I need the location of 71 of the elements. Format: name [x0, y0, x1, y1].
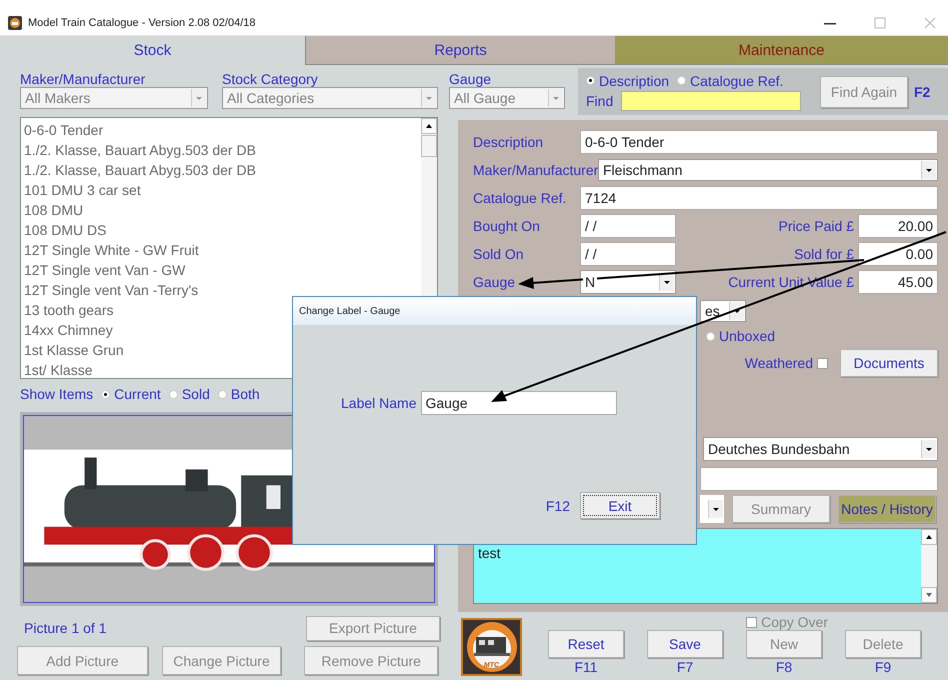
field-label: Sold On [473, 246, 525, 262]
show-items-label: Show Items [20, 386, 94, 402]
list-item[interactable]: 12T Single vent Van - GW [24, 260, 418, 280]
price-field[interactable]: 45.00 [858, 270, 938, 294]
radio-button[interactable]: Unboxed [706, 328, 776, 344]
text-field[interactable] [700, 467, 938, 491]
shortcut-label: F7 [676, 659, 694, 675]
tab[interactable]: Maintenance [615, 36, 948, 65]
radio-button[interactable]: Sold [168, 386, 210, 402]
app-icon [8, 16, 22, 30]
list-item[interactable]: 12T Single White - GW Fruit [24, 240, 418, 260]
list-item[interactable]: 1./2. Klasse, Bauart Abyg.503 der DB [24, 160, 418, 180]
radio-button[interactable]: Current [101, 386, 161, 402]
shortcut-label: F12 [546, 498, 570, 514]
field-label: Label Name [341, 395, 416, 411]
filter-label: Maker/Manufacturer [20, 71, 146, 87]
radio-button[interactable]: Catalogue Ref. [677, 72, 784, 88]
dropdown-field[interactable]: Deutches Bundesbahn [703, 437, 938, 461]
date-field[interactable]: / / [580, 242, 676, 266]
find-field[interactable] [621, 90, 802, 110]
notes-text: test [477, 544, 502, 561]
text-field[interactable]: 7124 [580, 186, 938, 210]
field-label: Maker/Manufacturer [473, 162, 598, 178]
list-item[interactable]: 108 DMU DS [24, 220, 418, 240]
window-title: Model Train Catalogue - Version 2.08 02/04/18 [28, 16, 256, 28]
find-again-button[interactable]: Find Again [820, 76, 908, 108]
filter-dropdown[interactable]: All Makers [20, 87, 208, 109]
field-label: Catalogue Ref. [473, 190, 568, 206]
list-item[interactable]: 101 DMU 3 car set [24, 180, 418, 200]
weathered-label: Weathered [744, 355, 813, 371]
dialog-title: Change Label - Gauge [299, 306, 400, 316]
close-icon[interactable] [924, 16, 936, 28]
shortcut-label: F11 [574, 659, 598, 675]
shortcut-label: F9 [874, 659, 892, 675]
shortcut-label: F2 [914, 84, 930, 100]
text-field[interactable]: 0-6-0 Tender [580, 130, 938, 154]
action-button[interactable]: Save [647, 630, 723, 658]
tab[interactable]: Reports [305, 36, 615, 65]
list-item[interactable]: 0-6-0 Tender [24, 120, 418, 140]
radio-button[interactable]: Description [586, 72, 670, 88]
price-field[interactable]: 20.00 [858, 214, 938, 238]
radio-button[interactable]: Both [218, 386, 260, 402]
picture-caption: Picture 1 of 1 [23, 620, 106, 636]
date-field[interactable]: / / [580, 214, 676, 238]
list-item[interactable]: 108 DMU [24, 200, 418, 220]
price-label: Sold for £ [794, 246, 854, 262]
exit-button[interactable]: Exit [580, 492, 660, 519]
action-button[interactable]: Reset [548, 630, 624, 658]
price-label: Price Paid £ [778, 218, 854, 234]
label-name-field[interactable]: Gauge [420, 391, 616, 415]
list-item[interactable]: 1./2. Klasse, Bauart Abyg.503 der DB [24, 140, 418, 160]
scrollbar[interactable] [921, 529, 937, 603]
checkbox[interactable] [817, 358, 828, 368]
field-label: Description [473, 134, 544, 150]
documents-button[interactable]: Documents [840, 349, 938, 377]
filter-label: Stock Category [222, 71, 319, 87]
filter-dropdown[interactable]: All Categories [222, 87, 438, 109]
list-item[interactable]: 12T Single vent Van -Terry's [24, 280, 418, 300]
find-label: Find [586, 92, 614, 108]
dropdown-field[interactable] [700, 495, 724, 523]
filter-label: Gauge [449, 71, 492, 87]
notes-history-button[interactable]: Notes / History [838, 495, 936, 523]
field-label: Gauge [473, 274, 516, 290]
dropdown-field[interactable]: Fleischmann [598, 159, 938, 181]
shortcut-label: F8 [776, 659, 792, 675]
price-field[interactable]: 0.00 [858, 242, 938, 266]
filter-dropdown[interactable]: All Gauge [449, 87, 565, 109]
maximize-icon[interactable] [874, 16, 886, 28]
dropdown-field[interactable]: N [580, 270, 676, 294]
field-label: Bought On [473, 218, 541, 234]
dropdown-field[interactable]: es [700, 300, 746, 322]
